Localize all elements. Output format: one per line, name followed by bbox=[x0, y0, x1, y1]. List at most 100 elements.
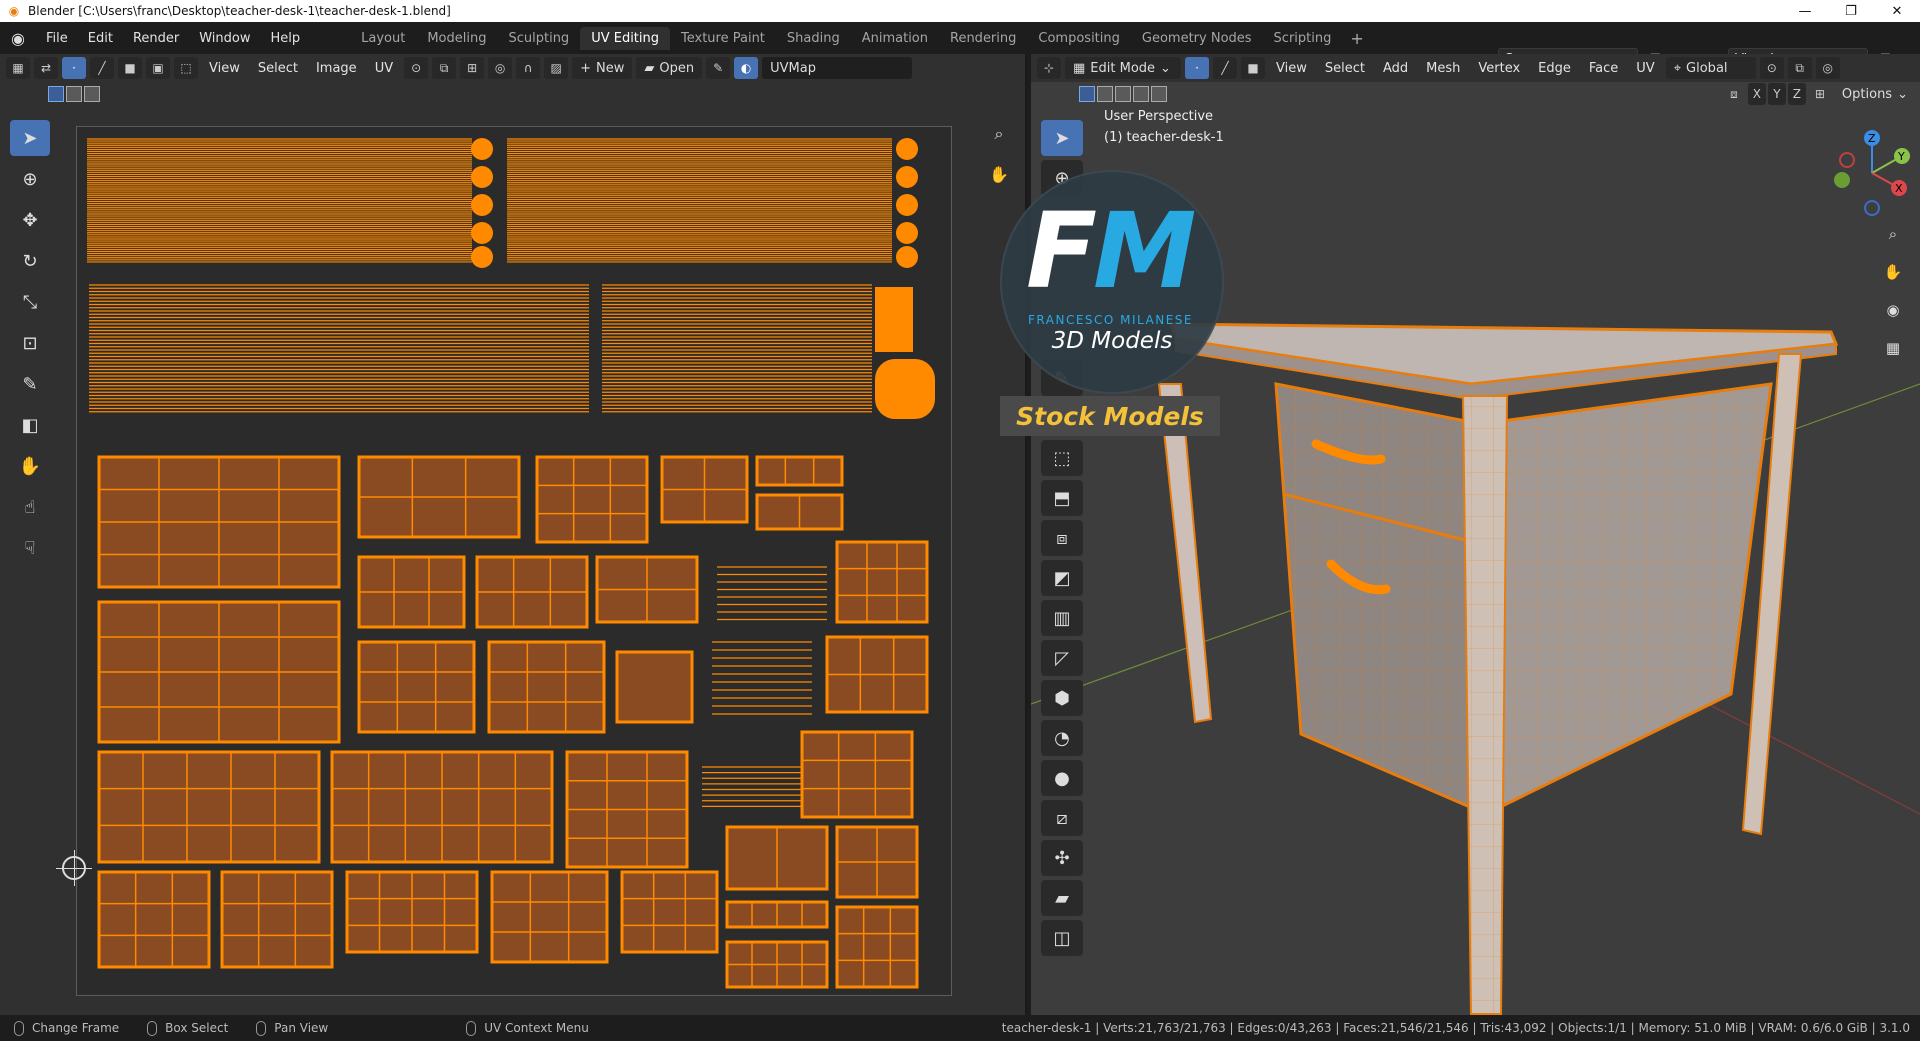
tab-uv-editing[interactable]: UV Editing bbox=[580, 26, 671, 50]
vp-pan-icon[interactable]: ✋ bbox=[1879, 258, 1907, 286]
vp-select-set-icon[interactable] bbox=[1079, 86, 1095, 102]
axis-x-toggle[interactable]: X bbox=[1747, 83, 1766, 105]
shrink-fatten-tool-icon[interactable]: ✣ bbox=[1041, 840, 1083, 876]
vp-menu-mesh[interactable]: Mesh bbox=[1419, 61, 1467, 76]
camera-view-icon[interactable]: ◉ bbox=[1879, 296, 1907, 324]
select-set-icon[interactable] bbox=[48, 86, 64, 102]
add-workspace-icon[interactable]: + bbox=[1342, 29, 1371, 48]
select-tool-icon[interactable]: ➤ bbox=[10, 120, 50, 156]
menu-help[interactable]: Help bbox=[261, 31, 311, 46]
vertex-select-icon[interactable]: · bbox=[62, 57, 86, 79]
snap-target-icon[interactable]: ⊞ bbox=[460, 57, 485, 79]
vp-menu-select[interactable]: Select bbox=[1318, 61, 1372, 76]
autoconstrain-icon[interactable]: ⊞ bbox=[1808, 83, 1832, 105]
grab-tool-icon[interactable]: ✋ bbox=[10, 448, 50, 484]
falloff-icon[interactable]: ∩ bbox=[516, 57, 541, 79]
overlay-icon[interactable]: ◐ bbox=[734, 57, 759, 79]
mode-dropdown[interactable]: ▦ Edit Mode ⌄ bbox=[1065, 57, 1181, 79]
poly-build-tool-icon[interactable]: ⬢ bbox=[1041, 680, 1083, 716]
spin-tool-icon[interactable]: ◔ bbox=[1041, 720, 1083, 756]
tab-rendering[interactable]: Rendering bbox=[939, 27, 1027, 50]
smooth-tool-icon[interactable]: ● bbox=[1041, 760, 1083, 796]
blender-menu-icon[interactable]: ◉ bbox=[0, 29, 36, 48]
vp-select-intersect-icon[interactable] bbox=[1151, 86, 1167, 102]
rip-region-tool-icon[interactable]: ◫ bbox=[1041, 920, 1083, 956]
tab-scripting[interactable]: Scripting bbox=[1263, 27, 1343, 50]
tab-modeling[interactable]: Modeling bbox=[416, 27, 497, 50]
axis-y-toggle[interactable]: Y bbox=[1767, 83, 1786, 105]
tab-texture-paint[interactable]: Texture Paint bbox=[670, 27, 776, 50]
orientation-dropdown[interactable]: ⌖ Global bbox=[1665, 57, 1756, 79]
tab-layout[interactable]: Layout bbox=[350, 27, 416, 50]
viewport-editor-type-icon[interactable]: ⊹ bbox=[1037, 57, 1061, 79]
tab-shading[interactable]: Shading bbox=[776, 27, 851, 50]
face-select-icon[interactable]: ■ bbox=[118, 57, 142, 79]
loop-cut-tool-icon[interactable]: ▥ bbox=[1041, 600, 1083, 636]
tab-geometry-nodes[interactable]: Geometry Nodes bbox=[1131, 27, 1263, 50]
extrude-tool-icon[interactable]: ⬒ bbox=[1041, 480, 1083, 516]
options-dropdown[interactable]: Options ⌄ bbox=[1834, 83, 1916, 105]
close-button[interactable]: ✕ bbox=[1874, 4, 1920, 19]
vp-menu-vertex[interactable]: Vertex bbox=[1471, 61, 1527, 76]
open-image-button[interactable]: ▰ Open bbox=[636, 57, 703, 79]
menu-window[interactable]: Window bbox=[189, 31, 260, 46]
vp-menu-add[interactable]: Add bbox=[1376, 61, 1415, 76]
vp-select-tool-icon[interactable]: ➤ bbox=[1041, 120, 1083, 156]
menu-render[interactable]: Render bbox=[123, 31, 189, 46]
add-cube-tool-icon[interactable]: ⬚ bbox=[1041, 440, 1083, 476]
uvmap-field[interactable]: UVMap bbox=[762, 57, 913, 79]
cursor-tool-icon[interactable]: ⊕ bbox=[10, 161, 50, 197]
uv-menu-select[interactable]: Select bbox=[251, 61, 305, 76]
knife-tool-icon[interactable]: ◸ bbox=[1041, 640, 1083, 676]
snap-icon[interactable]: ⧉ bbox=[432, 57, 457, 79]
2d-cursor-icon[interactable] bbox=[56, 850, 92, 886]
vp-menu-edge[interactable]: Edge bbox=[1531, 61, 1578, 76]
uv-sync-icon[interactable]: ⇄ bbox=[34, 57, 58, 79]
tab-animation[interactable]: Animation bbox=[851, 27, 939, 50]
shear-tool-icon[interactable]: ▰ bbox=[1041, 880, 1083, 916]
pinch-tool-icon[interactable]: ☟ bbox=[10, 530, 50, 566]
vertex-mode-icon[interactable]: · bbox=[1185, 57, 1209, 79]
uv-canvas[interactable] bbox=[76, 126, 952, 996]
new-image-button[interactable]: + New bbox=[572, 57, 633, 79]
maximize-button[interactable]: ❐ bbox=[1828, 4, 1874, 19]
uv-menu-image[interactable]: Image bbox=[309, 61, 364, 76]
island-select-icon[interactable]: ▣ bbox=[146, 57, 170, 79]
select-extend-icon[interactable] bbox=[66, 86, 82, 102]
uv-menu-uv[interactable]: UV bbox=[368, 61, 400, 76]
edge-select-icon[interactable]: ╱ bbox=[90, 57, 114, 79]
sticky-select-icon[interactable]: ⬚ bbox=[174, 57, 198, 79]
menu-edit[interactable]: Edit bbox=[78, 31, 123, 46]
navigation-gizmo[interactable]: Z Y X bbox=[1827, 128, 1917, 218]
vp-select-invert-icon[interactable] bbox=[1133, 86, 1149, 102]
inset-tool-icon[interactable]: ⧈ bbox=[1041, 520, 1083, 556]
vp-menu-uv[interactable]: UV bbox=[1629, 61, 1661, 76]
menu-file[interactable]: File bbox=[36, 31, 78, 46]
relax-tool-icon[interactable]: ☝ bbox=[10, 489, 50, 525]
proportional-edit-icon[interactable]: ◎ bbox=[1815, 57, 1840, 79]
tab-sculpting[interactable]: Sculpting bbox=[497, 27, 580, 50]
minimize-button[interactable]: — bbox=[1782, 4, 1828, 19]
edge-mode-icon[interactable]: ╱ bbox=[1213, 57, 1237, 79]
uv-menu-view[interactable]: View bbox=[202, 61, 247, 76]
zoom-icon[interactable]: ⌕ bbox=[985, 120, 1013, 148]
bevel-tool-icon[interactable]: ◩ bbox=[1041, 560, 1083, 596]
face-mode-icon[interactable]: ■ bbox=[1241, 57, 1265, 79]
select-subtract-icon[interactable] bbox=[84, 86, 100, 102]
vp-select-extend-icon[interactable] bbox=[1097, 86, 1113, 102]
rotate-tool-icon[interactable]: ↻ bbox=[10, 243, 50, 279]
ortho-toggle-icon[interactable]: ▦ bbox=[1879, 334, 1907, 362]
pivot-icon[interactable]: ⊙ bbox=[404, 57, 429, 79]
editor-type-icon[interactable]: ▦ bbox=[6, 57, 30, 79]
vp-zoom-icon[interactable]: ⌕ bbox=[1879, 220, 1907, 248]
transform-tool-icon[interactable]: ⊡ bbox=[10, 325, 50, 361]
annotate-tool-icon[interactable]: ✎ bbox=[10, 366, 50, 402]
move-tool-icon[interactable]: ✥ bbox=[10, 202, 50, 238]
vp-menu-view[interactable]: View bbox=[1269, 61, 1314, 76]
edge-slide-tool-icon[interactable]: ⧄ bbox=[1041, 800, 1083, 836]
image-browse-icon[interactable]: ▨ bbox=[544, 57, 569, 79]
pivot-point-icon[interactable]: ⊙ bbox=[1759, 57, 1784, 79]
proportional-icon[interactable]: ◎ bbox=[488, 57, 513, 79]
scale-tool-icon[interactable]: ⤡ bbox=[10, 284, 50, 320]
snapping-icon[interactable]: ⧉ bbox=[1787, 57, 1812, 79]
